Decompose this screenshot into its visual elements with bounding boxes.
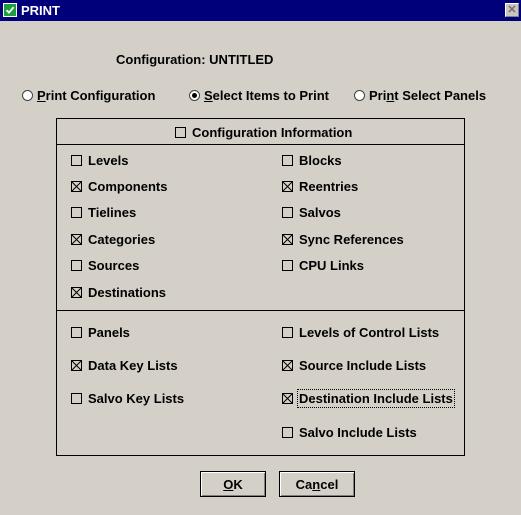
checkbox-tielines-box bbox=[71, 207, 82, 218]
checkbox-configuration-information-label: Configuration Information bbox=[192, 125, 353, 140]
checkbox-destinations[interactable]: Destinations bbox=[71, 285, 166, 300]
checkbox-levels-of-control-lists-label: Levels of Control Lists bbox=[299, 325, 440, 340]
configuration-label: Configuration: bbox=[116, 52, 206, 67]
checkbox-sync-references-box bbox=[282, 234, 293, 245]
checkbox-blocks[interactable]: Blocks bbox=[282, 153, 342, 168]
checkbox-cpu-links[interactable]: CPU Links bbox=[282, 258, 364, 273]
ok-button-label: OK bbox=[223, 476, 243, 492]
checkbox-destination-include-lists-box bbox=[282, 393, 293, 404]
checkbox-sources[interactable]: Sources bbox=[71, 258, 139, 273]
checkbox-destinations-label: Destinations bbox=[88, 285, 167, 300]
close-icon: ✕ bbox=[507, 4, 517, 16]
checkbox-data-key-lists-box bbox=[71, 360, 82, 371]
window-title: PRINT bbox=[21, 3, 60, 18]
radio-print-select-panels[interactable]: Print Select Panels bbox=[354, 88, 486, 103]
checkbox-components[interactable]: Components bbox=[71, 179, 167, 194]
checkbox-categories[interactable]: Categories bbox=[71, 232, 155, 247]
checkbox-destinations-box bbox=[71, 287, 82, 298]
checkbox-cpu-links-box bbox=[282, 260, 293, 271]
checkbox-data-key-lists[interactable]: Data Key Lists bbox=[71, 358, 178, 373]
radio-print-configuration-label: Print Configuration bbox=[37, 88, 156, 103]
checkbox-reentries-box bbox=[282, 181, 293, 192]
radio-select-items-label: Select Items to Print bbox=[204, 88, 329, 103]
close-button[interactable]: ✕ bbox=[505, 3, 519, 17]
checkbox-levels-label: Levels bbox=[88, 153, 129, 168]
checkbox-panels-box bbox=[71, 327, 82, 338]
checkbox-categories-box bbox=[71, 234, 82, 245]
cancel-button[interactable]: Cancel bbox=[279, 471, 355, 497]
checkbox-sources-box bbox=[71, 260, 82, 271]
checkbox-blocks-label: Blocks bbox=[299, 153, 342, 168]
panels-section-divider bbox=[56, 310, 465, 311]
radio-print-configuration[interactable]: Print Configuration bbox=[22, 88, 155, 103]
checkbox-components-label: Components bbox=[88, 179, 168, 194]
title-bar: PRINT ✕ bbox=[0, 0, 521, 21]
checkbox-configuration-information-box bbox=[175, 127, 186, 138]
checkbox-levels-box bbox=[71, 155, 82, 166]
checkbox-destination-include-lists-label: Destination Include Lists bbox=[297, 389, 455, 408]
checkbox-salvo-include-lists-label: Salvo Include Lists bbox=[299, 425, 417, 440]
checkbox-configuration-information[interactable]: Configuration Information bbox=[175, 125, 352, 140]
checkbox-levels-of-control-lists[interactable]: Levels of Control Lists bbox=[282, 325, 439, 340]
checkbox-salvo-key-lists[interactable]: Salvo Key Lists bbox=[71, 391, 184, 406]
checkbox-tielines-label: Tielines bbox=[88, 205, 137, 220]
checkbox-reentries-label: Reentries bbox=[299, 179, 359, 194]
checkbox-tielines[interactable]: Tielines bbox=[71, 205, 136, 220]
app-check-icon bbox=[3, 3, 17, 17]
checkbox-salvo-include-lists-box bbox=[282, 427, 293, 438]
checkbox-salvo-key-lists-box bbox=[71, 393, 82, 404]
radio-select-items-dot bbox=[189, 90, 200, 101]
checkbox-cpu-links-label: CPU Links bbox=[299, 258, 365, 273]
checkbox-salvo-include-lists[interactable]: Salvo Include Lists bbox=[282, 425, 417, 440]
checkbox-panels[interactable]: Panels bbox=[71, 325, 130, 340]
checkbox-categories-label: Categories bbox=[88, 232, 156, 247]
group-header-divider bbox=[56, 144, 465, 145]
checkbox-sync-references[interactable]: Sync References bbox=[282, 232, 404, 247]
ok-button[interactable]: OK bbox=[200, 471, 266, 497]
checkbox-salvo-key-lists-label: Salvo Key Lists bbox=[88, 391, 185, 406]
checkbox-reentries[interactable]: Reentries bbox=[282, 179, 358, 194]
checkbox-destination-include-lists[interactable]: Destination Include Lists bbox=[282, 389, 455, 408]
radio-print-select-panels-dot bbox=[354, 90, 365, 101]
checkbox-components-box bbox=[71, 181, 82, 192]
checkbox-salvos[interactable]: Salvos bbox=[282, 205, 341, 220]
checkbox-salvos-box bbox=[282, 207, 293, 218]
checkbox-source-include-lists-box bbox=[282, 360, 293, 371]
checkbox-levels-of-control-lists-box bbox=[282, 327, 293, 338]
checkbox-sync-references-label: Sync References bbox=[299, 232, 404, 247]
checkbox-source-include-lists[interactable]: Source Include Lists bbox=[282, 358, 426, 373]
checkbox-data-key-lists-label: Data Key Lists bbox=[88, 358, 178, 373]
cancel-button-label: Cancel bbox=[295, 476, 339, 492]
checkbox-salvos-label: Salvos bbox=[299, 205, 341, 220]
checkbox-panels-label: Panels bbox=[88, 325, 130, 340]
configuration-line: Configuration: UNTITLED bbox=[116, 52, 273, 67]
checkbox-blocks-box bbox=[282, 155, 293, 166]
radio-select-items[interactable]: Select Items to Print bbox=[189, 88, 329, 103]
configuration-value: UNTITLED bbox=[209, 52, 274, 67]
radio-print-select-panels-label: Print Select Panels bbox=[369, 88, 487, 103]
checkbox-source-include-lists-label: Source Include Lists bbox=[299, 358, 427, 373]
checkbox-sources-label: Sources bbox=[88, 258, 140, 273]
checkbox-levels[interactable]: Levels bbox=[71, 153, 128, 168]
radio-print-configuration-dot bbox=[22, 90, 33, 101]
